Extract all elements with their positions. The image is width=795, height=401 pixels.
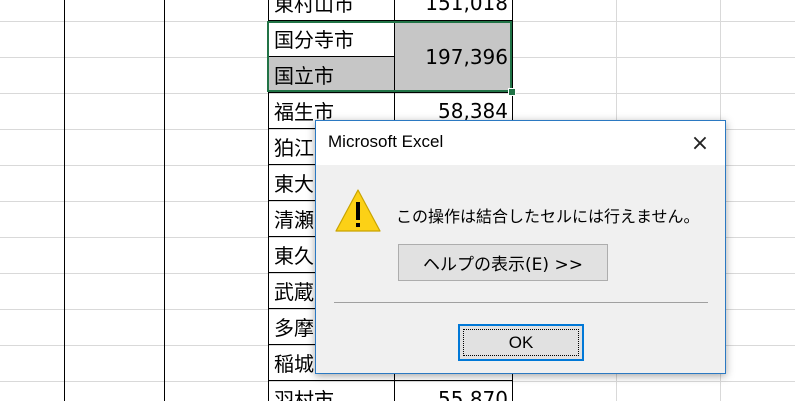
cell-city-name[interactable]: 国立市 xyxy=(268,57,394,93)
ok-button-label: OK xyxy=(508,332,534,352)
dialog-title: Microsoft Excel xyxy=(328,132,444,151)
dialog-separator xyxy=(334,302,708,303)
column-border xyxy=(164,0,165,401)
cell-population[interactable]: 151,018 xyxy=(394,0,513,21)
cell-city-name[interactable]: 羽村市 xyxy=(268,381,394,401)
cell-city-name[interactable]: 国分寺市 xyxy=(268,21,394,57)
merged-population-cell[interactable]: 197,396 xyxy=(394,21,513,93)
dialog-message: この操作は結合したセルには行えません。 xyxy=(396,207,700,226)
show-help-button[interactable]: ヘルプの表示(E) >> xyxy=(398,244,608,281)
dialog-titlebar[interactable]: Microsoft Excel × xyxy=(316,121,725,165)
ok-button[interactable]: OK xyxy=(458,324,584,361)
close-icon[interactable]: × xyxy=(683,127,717,159)
excel-alert-dialog: Microsoft Excel × この操作は結合したセルには行えません。 ヘル… xyxy=(315,120,726,374)
fill-handle[interactable] xyxy=(508,88,516,96)
cell-city-name[interactable]: 東村山市 xyxy=(268,0,394,21)
warning-icon xyxy=(335,189,381,232)
cell-population[interactable]: 55,870 xyxy=(394,381,513,401)
column-border xyxy=(64,0,65,401)
